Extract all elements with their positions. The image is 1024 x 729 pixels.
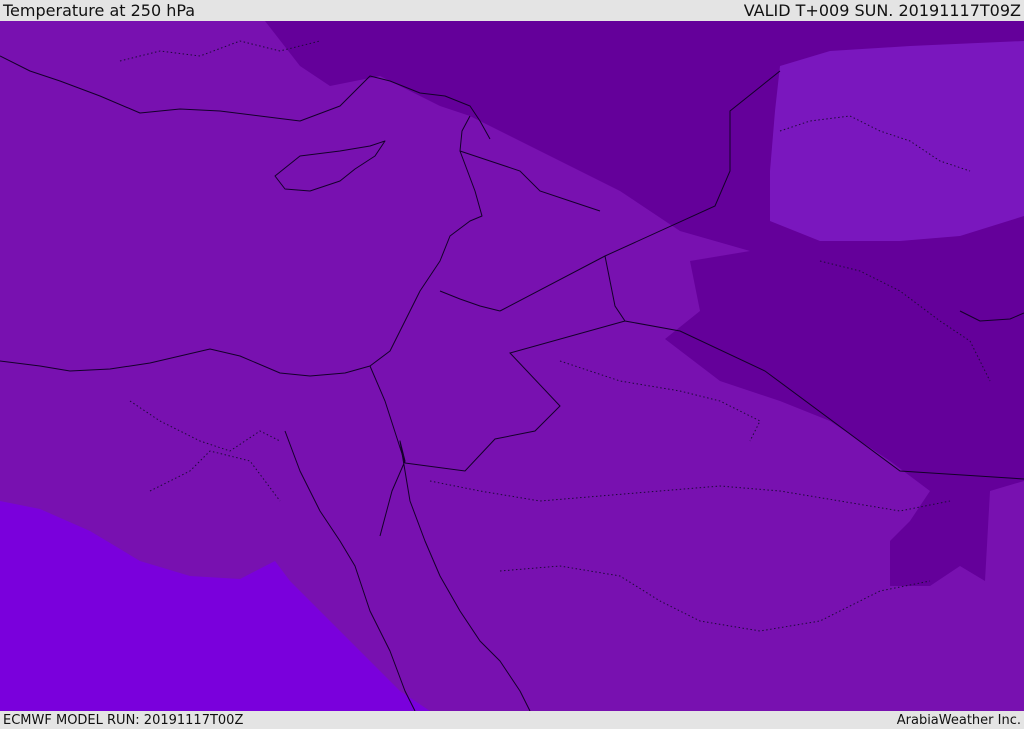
map-title: Temperature at 250 hPa (3, 1, 196, 20)
model-run-label: ECMWF MODEL RUN: 20191117T00Z (3, 712, 244, 728)
temperature-field-mid-region (770, 41, 1024, 241)
valid-time: VALID T+009 SUN. 20191117T09Z (743, 1, 1021, 20)
footer-bar: ECMWF MODEL RUN: 20191117T00Z ArabiaWeat… (0, 711, 1024, 729)
temperature-map (0, 21, 1024, 711)
header-bar: Temperature at 250 hPa VALID T+009 SUN. … (0, 0, 1024, 21)
credit-label: ArabiaWeather Inc. (896, 712, 1021, 728)
